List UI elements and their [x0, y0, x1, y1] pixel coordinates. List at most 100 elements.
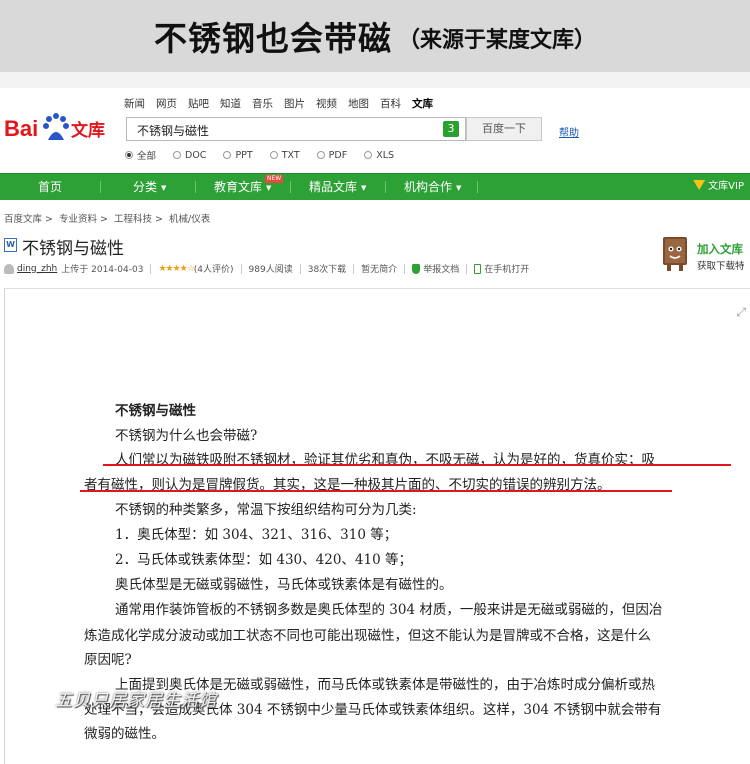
meta-divider: [353, 263, 355, 274]
nav-category[interactable]: 分类 ▼: [133, 174, 166, 200]
vip-label: 文库VIP: [708, 181, 744, 192]
nav-divider: [477, 181, 478, 193]
rating-count: (4人评价): [193, 265, 234, 275]
content-line: 1．奥氏体型：如 304、321、316、310 等；: [115, 527, 398, 543]
nav-edu-label: 教育文库: [214, 180, 263, 194]
nav-home[interactable]: 首页: [38, 174, 62, 200]
rating-stars[interactable]: ★★★★☆: [158, 264, 194, 274]
add-to-library-button[interactable]: 加入文库: [697, 241, 743, 257]
shield-icon: [412, 263, 421, 274]
nav-news[interactable]: 新闻: [124, 96, 145, 111]
baidu-wenku-logo[interactable]: Bai 文库: [4, 110, 116, 146]
watermark: 五贝只居家居生活馆: [55, 691, 217, 711]
book-mascot-icon[interactable]: [655, 233, 695, 273]
breadcrumb: 百度文库 > 专业资料 > 工程科技 > 机械/仪表: [4, 211, 213, 225]
breadcrumb-item[interactable]: 百度文库: [4, 214, 42, 225]
chevron-right-icon: >: [100, 214, 108, 225]
nav-tieba[interactable]: 贴吧: [188, 96, 209, 111]
summary-text: 暂无简介: [361, 265, 398, 275]
breadcrumb-item[interactable]: 机械/仪表: [169, 214, 210, 225]
nav-divider: [195, 181, 196, 193]
top-nav: 新闻 网页 贴吧 知道 音乐 图片 视频 地图 百科 文库: [124, 96, 444, 111]
document-meta: ding_zhh 上传于 2014-04-03 ★★★★☆ (4人评价) 989…: [4, 262, 529, 275]
meta-divider: [404, 263, 406, 274]
fullscreen-icon[interactable]: ⤢: [736, 305, 746, 320]
file-type-filter: 全部 DOC PPT TXT PDF XLS: [125, 148, 411, 162]
nav-maps[interactable]: 地图: [348, 96, 369, 111]
nav-images[interactable]: 图片: [284, 96, 305, 111]
breadcrumb-item[interactable]: 专业资料: [59, 214, 97, 225]
nav-edu-library[interactable]: 教育文库 ▼: [214, 174, 271, 200]
phone-icon: [474, 263, 482, 274]
nav-video[interactable]: 视频: [316, 96, 337, 111]
filter-pdf[interactable]: PDF: [316, 148, 348, 162]
download-count: 38次下载: [307, 265, 347, 275]
search-input[interactable]: 不锈钢与磁性 3: [126, 117, 466, 141]
radio-icon[interactable]: [173, 151, 182, 159]
content-line: 原因呢?: [84, 652, 132, 668]
search-button[interactable]: 百度一下: [466, 117, 542, 141]
meta-divider: [299, 263, 301, 274]
nav-org-cooperation[interactable]: 机构合作 ▼: [404, 174, 461, 200]
nav-category-label: 分类: [133, 180, 158, 194]
nav-premium-library[interactable]: 精品文库 ▼: [309, 174, 366, 200]
meta-divider: [466, 263, 468, 274]
nav-divider: [385, 181, 386, 193]
chevron-right-icon: >: [45, 214, 53, 225]
caret-down-icon: ▼: [161, 184, 167, 192]
filter-label: 全部: [137, 151, 157, 162]
nav-music[interactable]: 音乐: [252, 96, 273, 111]
filter-label: XLS: [376, 149, 395, 161]
add-to-library-subtext: 获取下载特: [697, 261, 745, 272]
new-badge: NEW: [265, 175, 284, 183]
radio-icon[interactable]: [316, 151, 325, 159]
uploader-link[interactable]: ding_zhh: [17, 264, 57, 274]
word-doc-icon: W: [4, 238, 17, 252]
red-underline: [80, 490, 672, 492]
svg-text:Bai: Bai: [4, 116, 38, 141]
nav-baike[interactable]: 百科: [380, 96, 401, 111]
content-heading: 不锈钢与磁性: [115, 403, 196, 419]
nav-zhidao[interactable]: 知道: [220, 96, 241, 111]
nav-web[interactable]: 网页: [156, 96, 177, 111]
nav-wenku[interactable]: 文库: [412, 96, 433, 111]
content-line: 不锈钢的种类繁多，常温下按组织结构可分为几类:: [115, 502, 417, 518]
result-count-badge[interactable]: 3: [443, 121, 459, 137]
svg-text:文库: 文库: [71, 120, 105, 141]
red-underline: [103, 464, 731, 466]
help-link[interactable]: 帮助: [559, 124, 579, 139]
radio-icon[interactable]: [364, 151, 373, 159]
radio-icon[interactable]: [269, 151, 278, 159]
report-link[interactable]: 举报文档: [423, 262, 459, 275]
filter-xls[interactable]: XLS: [364, 148, 394, 162]
nav-divider: [100, 181, 101, 193]
search-query: 不锈钢与磁性: [137, 124, 210, 138]
filter-all[interactable]: 全部: [125, 148, 156, 162]
caret-down-icon: ▼: [266, 184, 272, 192]
radio-icon[interactable]: [223, 151, 232, 159]
content-line: 通常用作装饰管板的不锈钢多数是奥氏体型的 304 材质，一般来讲是无磁或弱磁的，…: [115, 602, 663, 618]
read-count: 989人阅读: [248, 265, 293, 275]
main-nav-bar: 首页 分类 ▼ 教育文库 ▼ NEW 精品文库 ▼ 机构合作 ▼ 文库VIP: [0, 173, 750, 200]
breadcrumb-item[interactable]: 工程科技: [114, 214, 152, 225]
nav-divider: [290, 181, 291, 193]
content-line: 不锈钢为什么也会带磁?: [115, 428, 258, 444]
filter-ppt[interactable]: PPT: [223, 148, 253, 162]
meta-divider: [240, 263, 242, 274]
filter-label: TXT: [281, 149, 300, 161]
user-icon: [4, 263, 14, 274]
filter-txt[interactable]: TXT: [269, 148, 300, 162]
radio-icon[interactable]: [125, 151, 133, 159]
caret-down-icon: ▼: [361, 184, 367, 192]
content-line: 微弱的磁性。: [84, 726, 165, 742]
content-line: 炼造成化学成分波动或加工状态不同也可能出现磁性，但这不能认为是冒牌或不合格，这是…: [84, 628, 651, 644]
title-banner: 不锈钢也会带磁 （来源于某度文库）: [0, 0, 750, 72]
filter-label: PDF: [328, 149, 348, 161]
vip-link[interactable]: 文库VIP: [693, 174, 744, 200]
vip-icon: [693, 180, 706, 190]
banner-band: [0, 72, 750, 88]
open-mobile-link[interactable]: 在手机打开: [484, 262, 529, 275]
nav-premium-label: 精品文库: [309, 180, 358, 194]
filter-doc[interactable]: DOC: [173, 148, 206, 162]
content-line: 奥氏体型是无磁或弱磁性，马氏体或铁素体是有磁性的。: [115, 577, 453, 593]
